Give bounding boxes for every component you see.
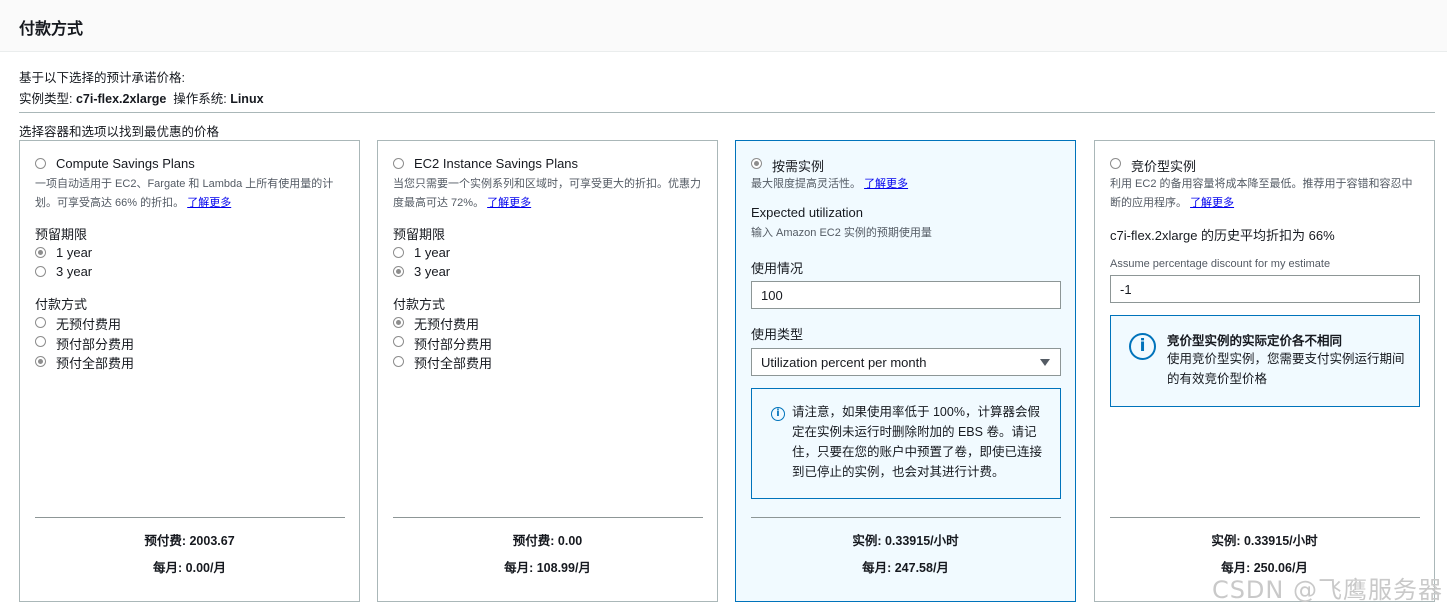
all-upfront-radio[interactable]: [35, 356, 46, 367]
page-title: 付款方式: [19, 21, 84, 38]
upfront-cost: 预付费: 2003.67: [144, 534, 235, 548]
instance-hourly-cost: 实例: 0.33915/小时: [852, 534, 959, 548]
monthly-cost: 每月: 0.00/月: [153, 561, 226, 575]
card-divider: [1110, 517, 1420, 518]
card-divider: [35, 517, 345, 518]
no-upfront-radio[interactable]: [35, 317, 46, 328]
intro-line: 基于以下选择的预计承诺价格:: [19, 71, 185, 85]
term-3-year-radio[interactable]: [35, 266, 46, 277]
caret-down-icon: [1040, 359, 1050, 366]
learn-more-link[interactable]: 了解更多: [1190, 197, 1234, 209]
term-option-label: 1 year: [414, 245, 451, 260]
card-title: Compute Savings Plans: [56, 156, 195, 171]
info-text: 请注意，如果使用率低于 100%，计算器会假定在实例未运行时删除附加的 EBS …: [792, 405, 1043, 479]
payment-label: 付款方式: [35, 297, 88, 312]
description-text: 利用 EC2 的备用容量将成本降至最低。推荐用于容错和容忍中断的应用程序。: [1110, 178, 1413, 209]
spot-instance-radio[interactable]: [1110, 158, 1121, 169]
expected-utilization-label: Expected utilization: [751, 205, 864, 220]
instance-type-label: 实例类型:: [19, 92, 76, 106]
learn-more-link[interactable]: 了解更多: [187, 197, 231, 209]
partial-upfront-radio[interactable]: [393, 336, 404, 347]
ebs-info-alert: i 请注意，如果使用率低于 100%，计算器会假定在实例未运行时删除附加的 EB…: [751, 388, 1061, 499]
payment-label: 付款方式: [393, 297, 446, 312]
card-title: EC2 Instance Savings Plans: [414, 156, 579, 171]
compute-savings-plans-radio[interactable]: [35, 158, 46, 169]
avg-discount-text: c7i-flex.2xlarge 的历史平均折扣为 66%: [1110, 228, 1335, 243]
upfront-cost: 预付费: 0.00: [512, 534, 583, 548]
spot-instance-card[interactable]: 竞价型实例 利用 EC2 的备用容量将成本降至最低。推荐用于容错和容忍中断的应用…: [1094, 140, 1435, 602]
info-circle-icon: i: [771, 407, 785, 421]
term-option-label: 3 year: [56, 264, 93, 279]
payment-option-label: 预付部分费用: [414, 337, 493, 352]
term-3-year-radio[interactable]: [393, 266, 404, 277]
usage-type-label: 使用类型: [751, 327, 804, 342]
card-title: 按需实例: [772, 159, 825, 174]
no-upfront-radio[interactable]: [393, 317, 404, 328]
payment-option-label: 无预付费用: [414, 317, 480, 332]
learn-more-link[interactable]: 了解更多: [487, 197, 531, 209]
page-header: 付款方式: [0, 0, 1447, 52]
payment-option-label: 预付全部费用: [414, 356, 493, 371]
ec2-instance-savings-plans-card[interactable]: EC2 Instance Savings Plans 当您只需要一个实例系列和区…: [377, 140, 718, 602]
description-text: 当您只需要一个实例系列和区域时，可享受更大的折扣。优惠力度最高可达 72%。: [393, 178, 701, 209]
os-value: Linux: [230, 92, 264, 106]
usage-type-value: Utilization percent per month: [761, 355, 927, 370]
instance-type-value: c7i-flex.2xlarge: [75, 92, 167, 106]
partial-upfront-radio[interactable]: [35, 336, 46, 347]
on-demand-card[interactable]: 按需实例 最大限度提高灵活性。 了解更多 Expected utilizatio…: [735, 140, 1076, 602]
term-option-label: 1 year: [56, 245, 93, 260]
info-title: 竞价型实例的实际定价各不相同: [1167, 334, 1343, 348]
card-description: 最大限度提高灵活性。 了解更多: [751, 175, 1061, 194]
card-description: 当您只需要一个实例系列和区域时，可享受更大的折扣。优惠力度最高可达 72%。 了…: [393, 175, 703, 213]
card-description: 利用 EC2 的备用容量将成本降至最低。推荐用于容错和容忍中断的应用程序。 了解…: [1110, 175, 1420, 213]
payment-option-label: 预付部分费用: [56, 337, 135, 352]
assume-discount-input[interactable]: -1: [1110, 275, 1420, 303]
description-text: 最大限度提高灵活性。: [751, 178, 861, 190]
usage-input[interactable]: 100: [751, 281, 1061, 309]
learn-more-link[interactable]: 了解更多: [864, 178, 908, 190]
monthly-cost: 每月: 108.99/月: [504, 561, 591, 575]
all-upfront-radio[interactable]: [393, 356, 404, 367]
usage-type-select[interactable]: Utilization percent per month: [751, 348, 1061, 376]
term-label: 预留期限: [35, 227, 88, 242]
spot-pricing-info-alert: i 竞价型实例的实际定价各不相同 使用竞价型实例，您需要支付实例运行期间的有效竞…: [1110, 315, 1420, 407]
payment-option-label: 无预付费用: [56, 317, 122, 332]
payment-option-label: 预付全部费用: [56, 356, 135, 371]
card-divider: [393, 517, 703, 518]
term-1-year-radio[interactable]: [35, 247, 46, 258]
usage-label: 使用情况: [751, 261, 804, 276]
instance-summary: 实例类型: c7i-flex.2xlarge 操作系统: Linux: [19, 88, 264, 107]
instance-hourly-cost: 实例: 0.33915/小时: [1211, 534, 1318, 548]
description-text: 一项自动适用于 EC2、Fargate 和 Lambda 上所有使用量的计划。可…: [35, 178, 334, 209]
compute-savings-plans-card[interactable]: Compute Savings Plans 一项自动适用于 EC2、Fargat…: [19, 140, 360, 602]
os-label: 操作系统:: [166, 92, 231, 106]
card-divider: [751, 517, 1061, 518]
term-1-year-radio[interactable]: [393, 247, 404, 258]
divider: [19, 112, 1435, 113]
info-text: 使用竞价型实例，您需要支付实例运行期间的有效竞价型价格: [1167, 352, 1405, 386]
on-demand-radio[interactable]: [751, 158, 762, 169]
section-label: 选择容器和选项以找到最优惠的价格: [19, 125, 220, 139]
info-circle-icon: i: [1129, 333, 1156, 360]
term-option-label: 3 year: [414, 264, 451, 279]
assume-discount-label: Assume percentage discount for my estima…: [1110, 258, 1331, 270]
card-title: 竞价型实例: [1131, 159, 1197, 174]
monthly-cost: 每月: 247.58/月: [862, 561, 949, 575]
expected-utilization-desc: 输入 Amazon EC2 实例的预期使用量: [751, 227, 932, 239]
watermark: CSDN @飞鹰服务器: [1211, 576, 1443, 604]
ec2-instance-savings-plans-radio[interactable]: [393, 158, 404, 169]
card-description: 一项自动适用于 EC2、Fargate 和 Lambda 上所有使用量的计划。可…: [35, 175, 345, 213]
term-label: 预留期限: [393, 227, 446, 242]
